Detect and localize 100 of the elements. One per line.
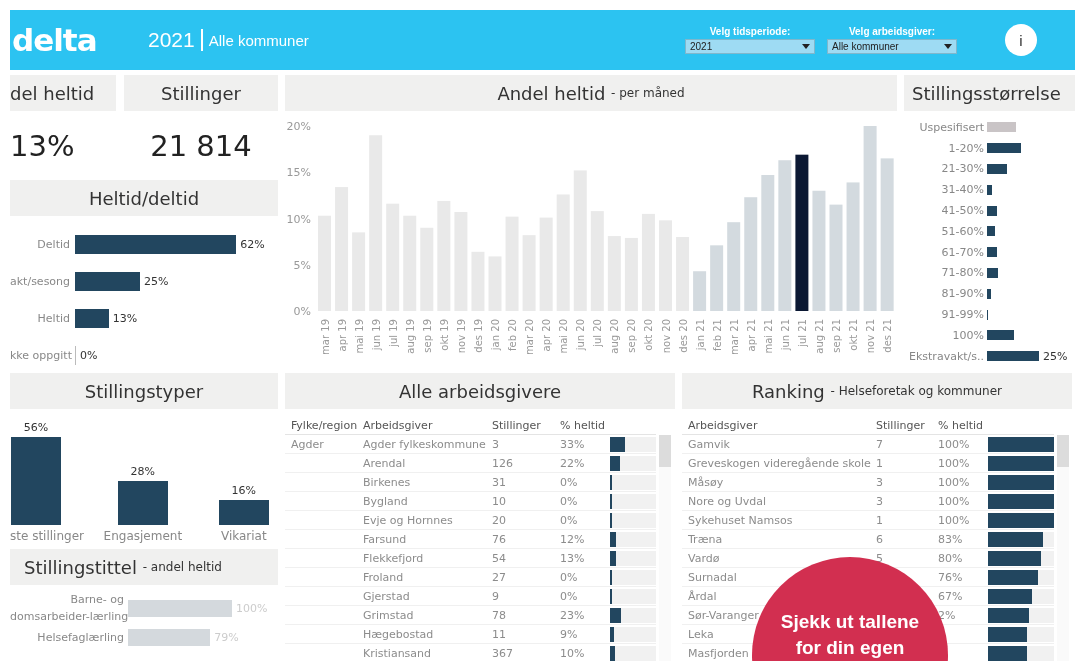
bar-label: ste stillinger [10, 529, 84, 544]
axis-tick-label: sep 20 [626, 319, 638, 353]
axis-tick-label: 15% [286, 166, 311, 180]
table-cell: Flekkefjord [363, 551, 424, 565]
bar-label: Helsefaglærling [36, 630, 125, 646]
table-cell: Grimstad [363, 608, 414, 622]
bar-label: Ekstravakt/s.. [908, 349, 985, 363]
table-cell: Masfjorden [688, 646, 749, 660]
header-scope: Alle kommuner [208, 31, 309, 49]
table-cell: 9 [492, 589, 499, 603]
panel-title: Stillingstittel - andel heltid [10, 549, 278, 585]
table-cell: 100% [938, 494, 970, 508]
bar [75, 309, 109, 328]
scrollbar[interactable] [1057, 435, 1069, 661]
axis-tick-label: okt 21 [848, 319, 860, 351]
panel-subtitle: - andel heltid [142, 560, 222, 574]
axis-tick-label: mai 20 [558, 319, 570, 354]
table-cell: 126 [492, 456, 513, 470]
axis-tick-label: jan 20 [490, 319, 501, 351]
info-button[interactable]: i [1005, 24, 1037, 56]
table-cell: 367 [492, 646, 513, 660]
bar-value: 62% [240, 238, 265, 251]
panel-subtitle: - per måned [611, 86, 685, 100]
axis-tick-label: jun 20 [575, 319, 587, 351]
axis-tick-label: apr 21 [745, 319, 757, 352]
column-header: % heltid [938, 419, 985, 432]
bar-label: 81-90% [940, 287, 985, 301]
column-header: Arbeidsgiver [363, 419, 434, 432]
bar-value: 25% [1043, 349, 1068, 363]
axis-tick-label: 20% [286, 120, 311, 133]
kpi-title: Stillinger [124, 75, 278, 111]
column-header: Stillinger [876, 419, 926, 432]
axis-tick-label: nov 21 [865, 319, 877, 354]
column-header: Arbeidsgiver [688, 419, 759, 432]
table-cell: 100% [938, 456, 970, 470]
axis-tick-label: mar 21 [728, 319, 740, 355]
table-cell: Evje og Hornnes [363, 513, 453, 527]
axis-tick-label: feb 20 [507, 319, 519, 351]
table-cell: Nore og Uvdal [688, 494, 767, 508]
axis-tick-label: aug 19 [404, 319, 416, 354]
bar-label: Heltid [36, 312, 71, 325]
axis-tick-label: okt 19 [438, 319, 450, 351]
table-cell: 78 [492, 608, 506, 622]
panel-title: Stillingsstørrelse [904, 75, 1075, 111]
bar-value: 25% [144, 275, 169, 288]
filter-dropdown[interactable]: 2021 [685, 39, 815, 54]
table-cell: Surnadal [688, 570, 737, 584]
table-cell: 20 [492, 513, 506, 527]
table-cell: 54 [492, 551, 506, 565]
scrollbar-thumb[interactable] [1057, 435, 1069, 467]
table-cell: 12% [560, 532, 585, 546]
axis-tick-label: mar 20 [524, 319, 536, 355]
table-cell: 31 [492, 475, 506, 489]
column-header: Fylke/region [291, 419, 359, 432]
panel-title: Stillingstyper [10, 373, 278, 409]
filter-label: Velg arbeidsgiver: [848, 26, 936, 37]
table-cell: Vardø [688, 551, 720, 565]
bar-label: 91-99% [940, 308, 985, 322]
bar-value: 28% [130, 465, 156, 479]
table-cell: 6 [876, 532, 883, 546]
table-cell: Agder [291, 437, 324, 451]
table-cell: Farsund [363, 532, 407, 546]
axis-tick-label: mai 21 [762, 319, 774, 354]
table-cell: Agder fylkeskommune [363, 437, 486, 451]
panel-subtitle: - Helseforetak og kommuner [830, 384, 1003, 398]
panel-title: Ranking - Helseforetak og kommuner [682, 373, 1072, 409]
axis-tick-label: des 21 [882, 319, 894, 353]
table-cell: 100% [938, 437, 970, 451]
axis-tick-label: apr 20 [541, 319, 553, 352]
table-cell: 3 [876, 494, 883, 508]
table-cell: 10% [560, 646, 585, 660]
table-cell: 1 [876, 513, 883, 527]
filter-dropdown[interactable]: Alle kommuner [827, 39, 957, 54]
promo-text[interactable]: Sjekk ut tallene for din egen [780, 609, 920, 657]
bar-value: 56% [23, 421, 49, 435]
axis-tick-label: jun 21 [779, 319, 791, 351]
kpi-value: 21 814 [149, 127, 253, 165]
column-header: % heltid [560, 419, 607, 432]
bar-label: Deltid [36, 238, 71, 251]
bar-label: kke oppgitt [10, 349, 73, 362]
bar-label: Barne- og domsarbeider-lærling [10, 592, 128, 625]
table-cell: Greveskogen videregående skole [688, 456, 871, 470]
axis-tick-label: 5% [293, 258, 311, 272]
axis-tick-label: jun 19 [370, 319, 382, 351]
table-cell: Leka [688, 627, 714, 641]
table-cell: Hægebostad [363, 627, 434, 641]
caret-icon [944, 44, 952, 49]
table-cell: Kristiansand [363, 646, 432, 660]
table-cell: 0% [560, 513, 578, 527]
table-cell: 100% [938, 475, 970, 489]
bar-label: akt/sesong [10, 275, 72, 288]
table-cell: 3 [876, 475, 883, 489]
scrollbar[interactable] [659, 435, 671, 661]
table-cell: Gjerstad [363, 589, 410, 603]
axis-tick-label: 0% [293, 305, 311, 318]
axis-tick-label: des 20 [677, 319, 689, 353]
bar-label: 71-80% [940, 266, 985, 280]
axis-tick-label: jul 19 [387, 319, 399, 347]
table-cell: 23% [560, 608, 585, 622]
scrollbar-thumb[interactable] [659, 435, 671, 467]
